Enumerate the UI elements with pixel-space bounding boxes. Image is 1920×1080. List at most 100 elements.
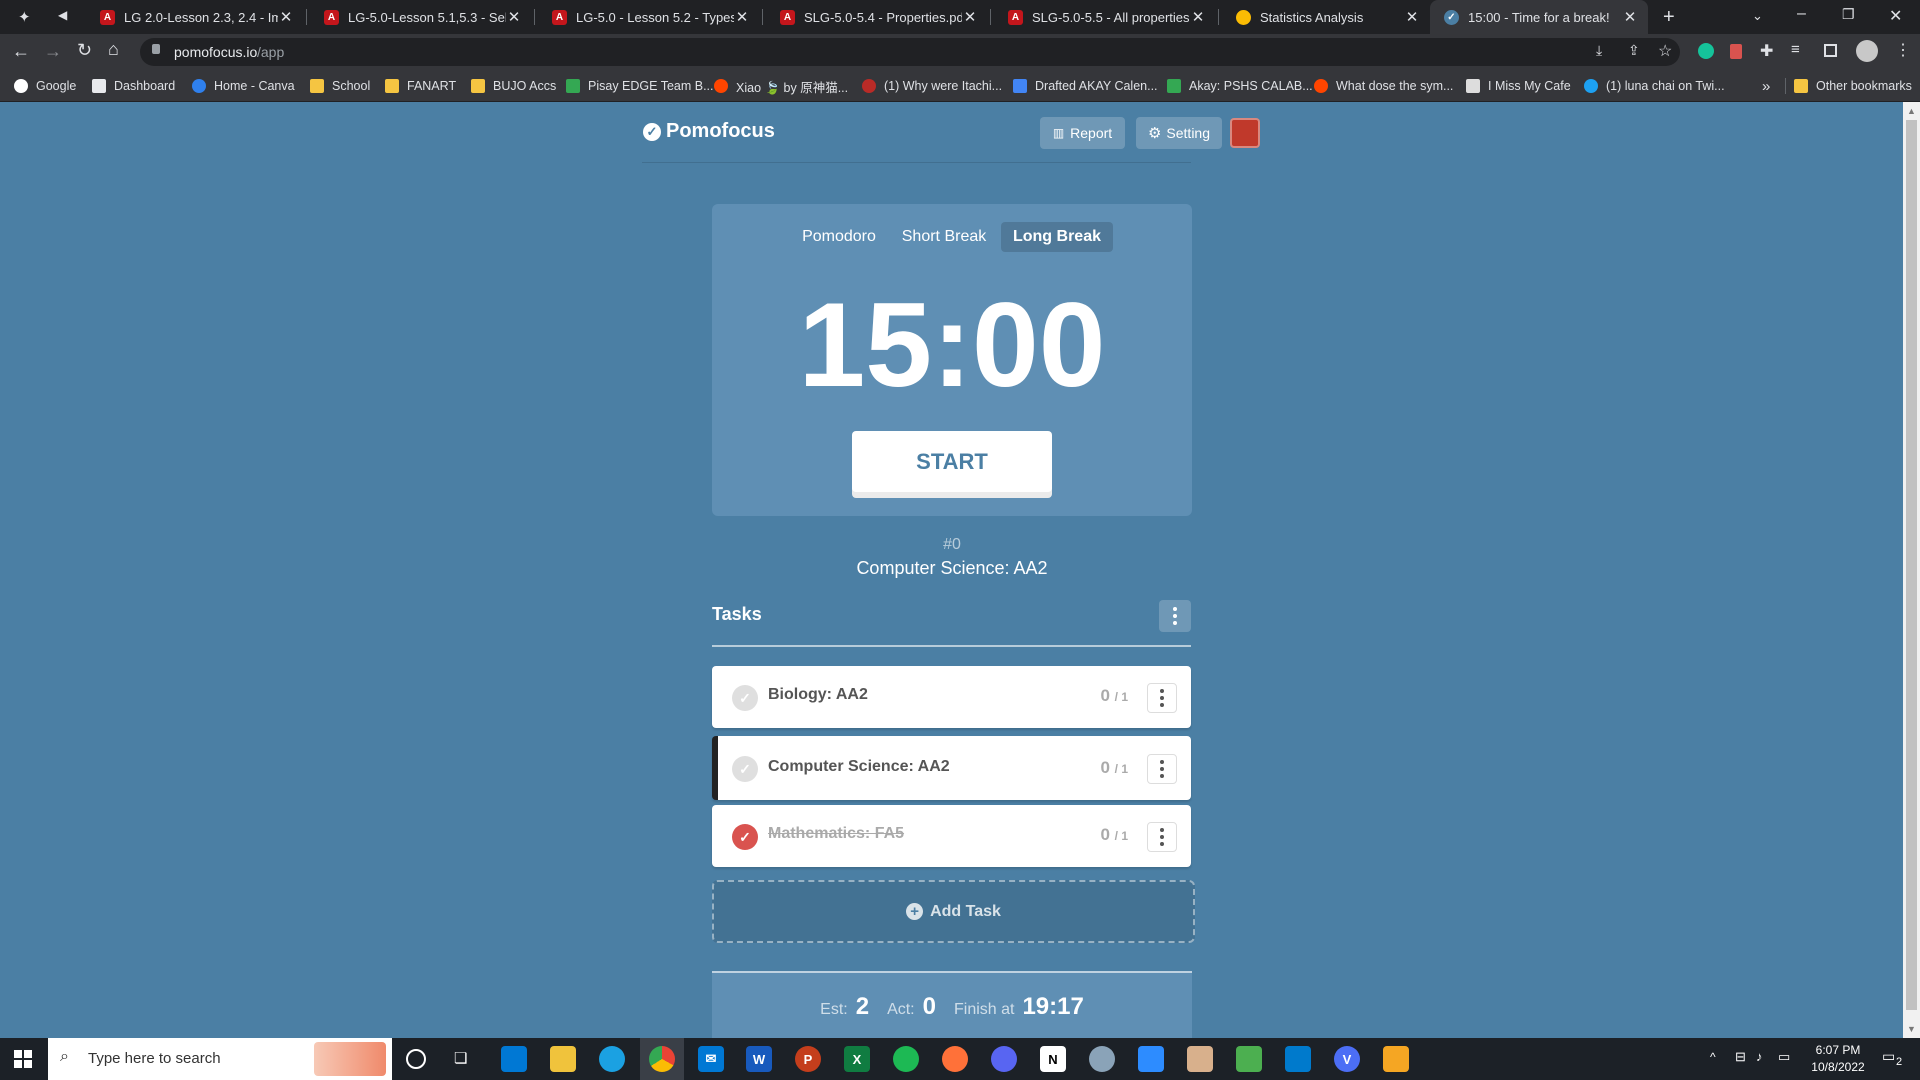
side-panel-icon[interactable] <box>1824 44 1837 57</box>
close-tab-icon[interactable]: ✕ <box>506 8 522 26</box>
chrome-menu-icon[interactable]: ⋮ <box>1895 40 1911 60</box>
bookmark-item[interactable]: I Miss My Cafe <box>1466 76 1571 96</box>
close-tab-icon[interactable]: ✕ <box>1404 8 1420 26</box>
browser-tab[interactable]: Statistics Analysis ✕ <box>1222 0 1430 34</box>
address-bar[interactable]: pomofocus.io /app ⤓ ⇪ ☆ <box>140 38 1680 66</box>
close-tab-icon[interactable]: ✕ <box>1190 8 1206 26</box>
app-icon[interactable] <box>1236 1046 1262 1072</box>
browser-tab-active[interactable]: ✓ 15:00 - Time for a break! ✕ <box>1430 0 1648 34</box>
reload-icon[interactable]: ↻ <box>77 40 92 61</box>
tab-short-break[interactable]: Short Break <box>892 222 996 252</box>
edge-icon[interactable] <box>599 1046 625 1072</box>
close-tab-icon[interactable]: ✕ <box>734 8 750 26</box>
bookmark-star-icon[interactable]: ☆ <box>1658 41 1672 61</box>
speaker-icon[interactable]: ◀ <box>58 8 72 26</box>
scroll-thumb[interactable] <box>1906 120 1917 1010</box>
microsoft-store-icon[interactable] <box>501 1046 527 1072</box>
task-item-selected[interactable]: ✓ Computer Science: AA2 0 / 1 <box>712 736 1191 800</box>
powerpoint-icon[interactable]: P <box>795 1046 821 1072</box>
browser-tab[interactable]: A SLG-5.0-5.5 - All properties fo ✕ <box>994 0 1216 34</box>
bookmark-item[interactable]: Google <box>14 76 76 96</box>
volume-icon[interactable]: ♪ <box>1756 1049 1763 1064</box>
show-hidden-icons[interactable]: ^ <box>1710 1050 1716 1064</box>
tab-pomodoro[interactable]: Pomodoro <box>789 222 889 252</box>
mail-icon[interactable]: ✉ <box>698 1046 724 1072</box>
home-icon[interactable]: ⌂ <box>108 39 119 60</box>
close-tab-icon[interactable]: ✕ <box>962 8 978 26</box>
task-menu-button[interactable] <box>1147 683 1177 713</box>
tab-long-break[interactable]: Long Break <box>1001 222 1113 252</box>
app-icon[interactable]: V <box>1334 1046 1360 1072</box>
discord-icon[interactable] <box>991 1046 1017 1072</box>
minimize-icon[interactable]: – <box>1797 5 1806 23</box>
task-item[interactable]: ✓ Biology: AA2 0 / 1 <box>712 666 1191 728</box>
bookmark-item[interactable]: Drafted AKAY Calen... <box>1013 76 1158 96</box>
scroll-up-icon[interactable]: ▲ <box>1907 106 1916 116</box>
share-icon[interactable]: ⇪ <box>1628 42 1640 59</box>
window-close-icon[interactable]: ✕ <box>1889 6 1902 26</box>
restore-icon[interactable]: ❐ <box>1842 6 1855 23</box>
windows-start-icon[interactable] <box>14 1050 32 1068</box>
bookmark-item[interactable]: (1) luna chai on Twi... <box>1584 76 1725 96</box>
word-icon[interactable]: W <box>746 1046 772 1072</box>
task-check-icon[interactable]: ✓ <box>732 824 758 850</box>
taskbar-search-box[interactable]: ⌕ Type here to search <box>48 1038 392 1080</box>
bookmark-folder[interactable]: BUJO Accs <box>471 76 556 96</box>
firefox-icon[interactable] <box>942 1046 968 1072</box>
task-item-completed[interactable]: ✓ Mathematics: FA5 0 / 1 <box>712 805 1191 867</box>
new-tab-icon[interactable]: + <box>1663 6 1675 29</box>
bookmark-item[interactable]: Dashboard <box>92 76 175 96</box>
zoom-icon[interactable] <box>1138 1046 1164 1072</box>
more-bookmarks-button[interactable]: » <box>1762 76 1770 96</box>
bookmark-item[interactable]: (1) Why were Itachi... <box>862 76 1002 96</box>
browser-tab[interactable]: A LG-5.0 - Lesson 5.2 - Types of ✕ <box>538 0 760 34</box>
app-icon[interactable] <box>1383 1046 1409 1072</box>
app-icon[interactable] <box>1187 1046 1213 1072</box>
browser-tab[interactable]: A LG-5.0-Lesson 5.1,5.3 - Select ✕ <box>310 0 532 34</box>
vscode-icon[interactable] <box>1285 1046 1311 1072</box>
close-tab-icon[interactable]: ✕ <box>1622 8 1638 26</box>
app-logo[interactable]: ✓ Pomofocus <box>643 120 775 143</box>
user-avatar[interactable] <box>1230 118 1260 148</box>
scroll-down-icon[interactable]: ▼ <box>1907 1024 1916 1034</box>
cortana-icon[interactable] <box>406 1049 426 1069</box>
bookmark-folder[interactable]: School <box>310 76 370 96</box>
extensions-puzzle-icon[interactable]: ✚ <box>1760 41 1773 61</box>
start-button[interactable]: START <box>852 431 1052 492</box>
report-button[interactable]: ▥ Report <box>1040 117 1125 149</box>
extension-cup-icon[interactable] <box>1730 44 1742 59</box>
close-tab-icon[interactable]: ✕ <box>278 8 294 26</box>
network-icon[interactable]: ⊟ <box>1735 1049 1746 1065</box>
task-menu-button[interactable] <box>1147 754 1177 784</box>
excel-icon[interactable]: X <box>844 1046 870 1072</box>
battery-icon[interactable]: ▭ <box>1778 1049 1790 1065</box>
back-icon[interactable]: ← <box>12 41 30 62</box>
grammarly-icon[interactable] <box>1698 43 1714 59</box>
task-check-icon[interactable]: ✓ <box>732 685 758 711</box>
spotify-icon[interactable] <box>893 1046 919 1072</box>
profile-avatar[interactable] <box>1856 40 1878 62</box>
install-icon[interactable]: ⤓ <box>1596 42 1602 59</box>
notion-icon[interactable]: N <box>1040 1046 1066 1072</box>
app-icon[interactable] <box>1089 1046 1115 1072</box>
bookmark-item[interactable]: Xiao 🍃 by 原神猫... <box>714 76 848 96</box>
media-control-icon[interactable]: ≡ <box>1791 41 1800 58</box>
browser-tab[interactable]: A SLG-5.0-5.4 - Properties.pdf ✕ <box>766 0 988 34</box>
other-bookmarks-folder[interactable]: Other bookmarks <box>1794 76 1912 96</box>
tab-search-icon[interactable]: ⌄ <box>1752 8 1763 24</box>
bookmark-item[interactable]: Home - Canva <box>192 76 295 96</box>
file-explorer-icon[interactable] <box>550 1046 576 1072</box>
browser-tab[interactable]: A LG 2.0-Lesson 2.3, 2.4 - Img, a ✕ <box>86 0 304 34</box>
tasks-menu-button[interactable] <box>1159 600 1191 632</box>
add-task-button[interactable]: + Add Task <box>712 880 1195 943</box>
task-check-icon[interactable]: ✓ <box>732 756 758 782</box>
bookmark-item[interactable]: Pisay EDGE Team B... <box>566 76 714 96</box>
bookmark-item[interactable]: What dose the sym... <box>1314 76 1453 96</box>
bookmark-folder[interactable]: FANART <box>385 76 456 96</box>
task-view-icon[interactable]: ❏ <box>454 1049 467 1067</box>
app-menu-icon[interactable]: ✦ <box>18 8 36 26</box>
forward-icon[interactable]: → <box>44 41 62 62</box>
notification-icon[interactable]: ▭ <box>1882 1048 1895 1065</box>
task-menu-button[interactable] <box>1147 822 1177 852</box>
chrome-icon[interactable] <box>649 1046 675 1072</box>
